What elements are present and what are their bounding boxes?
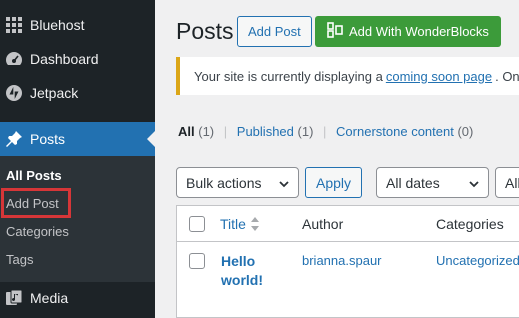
notice-text-end: . Onc [495, 68, 519, 84]
dates-filter-value: All dates [386, 174, 440, 191]
media-icon [4, 288, 24, 308]
wonderblocks-label: Add With WonderBlocks [349, 24, 489, 39]
view-cornerstone[interactable]: Cornerstone content [336, 124, 454, 139]
menu-label-bluehost: Bluehost [30, 17, 85, 33]
menu-item-jetpack[interactable]: Jetpack [0, 76, 155, 110]
post-status-views: All (1) | Published (1) | Cornerstone co… [178, 124, 473, 139]
post-category-link[interactable]: Uncategorized [436, 253, 519, 268]
bulk-actions-value: Bulk actions [186, 174, 262, 191]
menu-item-media[interactable]: Media [0, 281, 155, 315]
view-published-count: (1) [297, 124, 314, 139]
jetpack-icon [4, 83, 24, 103]
post-title-link[interactable]: Hello world! [221, 252, 281, 290]
add-post-highlight [1, 188, 71, 218]
views-separator: | [323, 124, 327, 139]
add-post-button[interactable]: Add Post [237, 16, 312, 47]
column-author: Author [302, 216, 344, 232]
column-categories: Categories [436, 216, 504, 232]
submenu-categories[interactable]: Categories [6, 224, 69, 239]
menu-label-media: Media [30, 290, 69, 306]
add-with-wonderblocks-button[interactable]: Add With WonderBlocks [315, 16, 501, 47]
notice-text: Your site is currently displaying a [194, 68, 383, 84]
sort-icon[interactable] [250, 216, 260, 237]
bulk-actions-select[interactable]: Bulk actions [176, 167, 299, 198]
row-checkbox[interactable] [189, 253, 205, 269]
menu-item-dashboard[interactable]: Dashboard [0, 42, 155, 76]
pin-icon [4, 129, 24, 149]
main-content: Posts Add Post Add With WonderBlocks You… [155, 0, 519, 318]
submenu-all-posts[interactable]: All Posts [6, 168, 62, 183]
blocks-icon [327, 22, 343, 41]
posts-submenu: All Posts Add Post Categories Tags [0, 156, 155, 282]
table-header: Title Author Categories [177, 206, 519, 242]
menu-label-posts: Posts [30, 131, 66, 147]
admin-sidebar: Bluehost Dashboard Jetpack Posts All Pos… [0, 0, 155, 318]
view-published[interactable]: Published [237, 124, 294, 139]
chevron-down-icon [468, 177, 480, 193]
select-all-checkbox[interactable] [189, 216, 205, 232]
menu-label-jetpack: Jetpack [30, 85, 79, 101]
coming-soon-notice: Your site is currently displaying a comi… [176, 57, 519, 95]
menu-item-bluehost[interactable]: Bluehost [0, 8, 155, 42]
categories-filter-value: All [505, 174, 519, 191]
menu-item-posts[interactable]: Posts [0, 122, 155, 156]
chevron-down-icon [278, 177, 290, 193]
post-author-link[interactable]: brianna.spaur [302, 253, 382, 268]
page-title: Posts [176, 18, 234, 44]
categories-filter-select[interactable]: All [495, 167, 519, 198]
menu-label-dashboard: Dashboard [30, 51, 99, 67]
dashboard-icon [4, 49, 24, 69]
view-all-count: (1) [198, 124, 215, 139]
apply-button[interactable]: Apply [305, 167, 363, 198]
column-title[interactable]: Title [220, 216, 246, 232]
dates-filter-select[interactable]: All dates [376, 167, 489, 198]
posts-table: Title Author Categories Hello world! bri… [176, 205, 519, 318]
view-all[interactable]: All [178, 124, 195, 139]
view-cornerstone-count: (0) [457, 124, 474, 139]
coming-soon-link[interactable]: coming soon page [386, 69, 492, 84]
views-separator: | [223, 124, 228, 139]
submenu-tags[interactable]: Tags [6, 252, 33, 267]
grid-icon [4, 15, 24, 35]
